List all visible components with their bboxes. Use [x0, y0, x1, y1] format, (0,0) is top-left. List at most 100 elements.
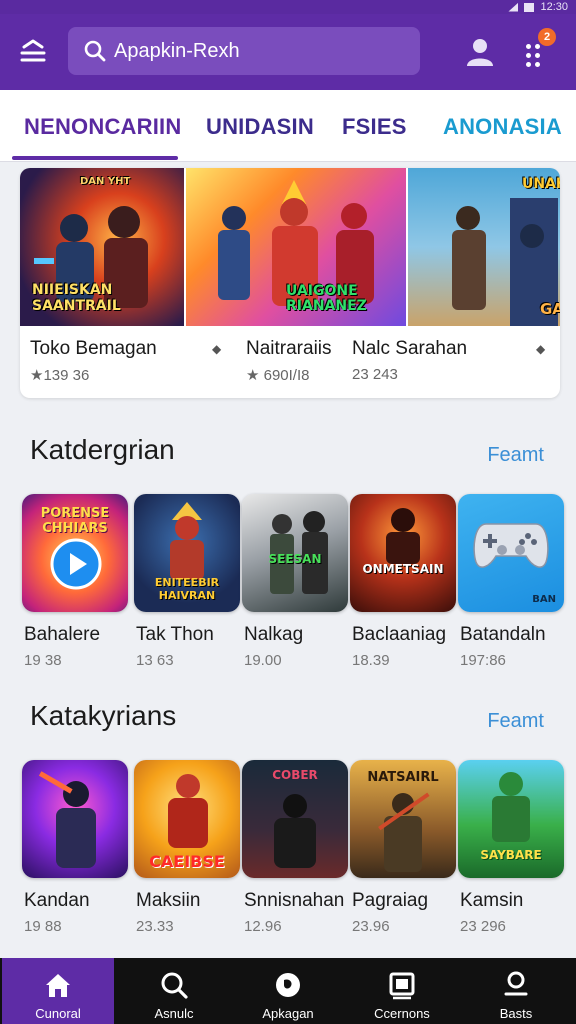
- app-name: Snnisnahan: [244, 890, 345, 911]
- character-art: [38, 771, 96, 868]
- app-tile[interactable]: ENITEEBIR HAIVRAN Tak Thon 13 63: [134, 494, 240, 669]
- character-art: [378, 792, 430, 872]
- character-art: [274, 794, 316, 868]
- tab-label: NENONCARIIN: [24, 114, 182, 139]
- featured-meta-1: ★139 36: [30, 367, 90, 384]
- search-icon: [161, 972, 188, 999]
- app-name: Pagraiag: [352, 890, 429, 911]
- app-meta: 19 88: [24, 918, 62, 935]
- cover-top-text: UNAKO: [522, 176, 560, 192]
- apps-button[interactable]: 2: [520, 28, 556, 70]
- bottom-navigation: Cunoral Asnulc Apkagan Ccernons Basts: [0, 958, 576, 1024]
- thumb-text: NATSAIRL: [367, 770, 439, 785]
- nav-label: Cunoral: [35, 1006, 81, 1021]
- featured-meta-3: 23 243: [352, 366, 398, 383]
- app-meta: 18.39: [352, 652, 390, 669]
- app-name: Batandaln: [460, 624, 546, 645]
- nav-item-home[interactable]: Cunoral: [2, 958, 114, 1024]
- thumb-text: ONMETSAIN: [362, 562, 444, 576]
- thumb-text: ENITEEBIR HAIVRAN: [154, 576, 220, 602]
- app-name: Tak Thon: [136, 624, 214, 645]
- tab-label: FSIES: [342, 114, 407, 139]
- cover-text: NIIEISKAN SAANTRAIL: [32, 282, 121, 314]
- app-tile[interactable]: ONMETSAIN Baclaaniag 18.39: [350, 494, 456, 669]
- character-art: [386, 508, 420, 564]
- app-name: Maksiin: [136, 890, 201, 911]
- status-bar: 12:30: [0, 0, 576, 14]
- profile-button[interactable]: [464, 36, 496, 68]
- section-title: Katdergrian: [30, 434, 175, 465]
- search-text: Apapkin-Rexh: [114, 39, 240, 62]
- tab-label: ANONASIA: [443, 114, 562, 139]
- app-meta: 19.00: [244, 652, 282, 669]
- section-more-link[interactable]: Feamt: [487, 710, 544, 733]
- app-tile[interactable]: PORENSE CHHIARS Bahalere 19 38: [22, 494, 128, 669]
- app-thumbnail: PORENSE CHHIARS: [22, 494, 128, 612]
- featured-title-3[interactable]: Nalc Sarahan: [352, 338, 467, 360]
- grid-icon: [526, 44, 542, 68]
- thumb-text: PORENSE CHHIARS: [40, 506, 110, 536]
- app-name: Kamsin: [460, 890, 524, 911]
- search-input[interactable]: Apapkin-Rexh: [68, 27, 420, 75]
- app-meta: 19 38: [24, 652, 62, 669]
- app-thumbnail: COBER: [242, 760, 348, 878]
- profile-icon: [504, 971, 528, 996]
- battery-icon: [524, 2, 535, 12]
- app-meta: 23.96: [352, 918, 390, 935]
- gamepad-icon: [473, 523, 549, 568]
- nav-item-apps[interactable]: Apkagan: [232, 958, 344, 1024]
- search-icon: [84, 40, 106, 62]
- character-art: [492, 772, 530, 842]
- tab-fsies[interactable]: FSIES: [342, 114, 407, 140]
- featured-cover-3[interactable]: UNAKO GAM: [408, 168, 560, 326]
- app-thumbnail: SEESAN: [242, 494, 348, 612]
- featured-cover-1[interactable]: DAN YHT NIIEISKAN SAANTRAIL: [20, 168, 184, 326]
- featured-cover-2[interactable]: UAIGONE RIANANEZ: [186, 168, 406, 326]
- app-tile[interactable]: SEESAN Nalkag 19.00: [242, 494, 348, 669]
- app-tile[interactable]: NATSAIRL Pagraiag 23.96: [350, 760, 456, 935]
- nav-label: Asnulc: [154, 1006, 194, 1021]
- character-art: [452, 198, 558, 326]
- signal-icon: [508, 2, 519, 12]
- more-icon[interactable]: ◆: [212, 342, 221, 356]
- more-icon[interactable]: ◆: [536, 342, 545, 356]
- app-meta: 13 63: [136, 652, 174, 669]
- app-tile[interactable]: COBER Snnisnahan 12.96: [242, 760, 348, 935]
- tab-anonasia[interactable]: ANONASIA: [443, 114, 562, 140]
- tab-label: UNIDASIN: [206, 114, 314, 139]
- menu-button[interactable]: [16, 36, 50, 66]
- app-thumbnail: NATSAIRL: [350, 760, 456, 878]
- app-meta: 23.33: [136, 918, 174, 935]
- status-time: 12:30: [540, 1, 568, 13]
- app-meta: 12.96: [244, 918, 282, 935]
- cover-text: UAIGONE RIANANEZ: [286, 283, 367, 314]
- thumb-text: BAN: [532, 594, 556, 605]
- app-tile[interactable]: SAYBARE Kamsin 23 296: [458, 760, 564, 935]
- cover-text: GAM: [540, 300, 560, 318]
- app-tile[interactable]: BAN Batandaln 197:86: [458, 494, 564, 669]
- thumb-text: SAYBARE: [480, 848, 542, 862]
- library-icon: [389, 972, 415, 1000]
- notification-badge: 2: [538, 28, 556, 46]
- app-tile[interactable]: Kandan 19 88: [22, 760, 128, 935]
- tab-nenoncariin[interactable]: NENONCARIIN: [24, 114, 181, 140]
- thumb-text: SEESAN: [268, 552, 322, 566]
- featured-title-2[interactable]: Naitraraiis: [246, 338, 332, 360]
- app-meta: 197:86: [460, 652, 506, 669]
- featured-meta-2: ★ 690I/I8: [246, 367, 310, 384]
- featured-carousel: DAN YHT NIIEISKAN SAANTRAIL Toko Bemagan…: [20, 168, 560, 398]
- featured-title-1[interactable]: Toko Bemagan: [30, 338, 157, 360]
- app-tile[interactable]: CAEIBSE Maksiin 23.33: [134, 760, 240, 935]
- nav-item-profile[interactable]: Basts: [460, 958, 572, 1024]
- play-icon: [50, 538, 102, 590]
- app-name: Bahalere: [24, 624, 101, 645]
- home-icon: [46, 974, 70, 997]
- nav-item-search[interactable]: Asnulc: [118, 958, 230, 1024]
- section-more-link[interactable]: Feamt: [487, 444, 544, 467]
- nav-label: Ccernons: [374, 1006, 430, 1021]
- tab-unidasin[interactable]: UNIDASIN: [206, 114, 314, 140]
- profile-icon: [467, 39, 493, 66]
- app-thumbnail: SAYBARE: [458, 760, 564, 878]
- app-name: Kandan: [24, 890, 90, 911]
- nav-item-library[interactable]: Ccernons: [346, 958, 458, 1024]
